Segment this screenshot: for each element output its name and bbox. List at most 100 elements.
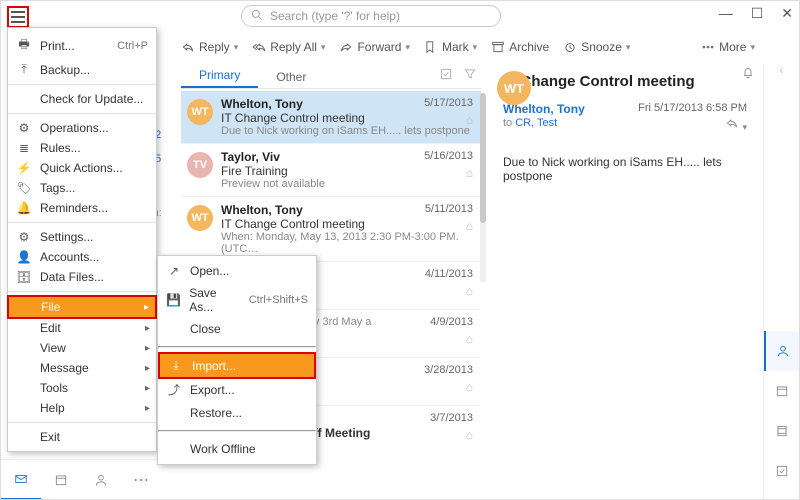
- menu-item[interactable]: Exit: [8, 427, 156, 447]
- submenu-item-label: Restore...: [190, 406, 242, 420]
- reply-all-button[interactable]: Reply All▾: [252, 40, 325, 54]
- reply-button[interactable]: Reply▾: [181, 40, 238, 54]
- menu-item[interactable]: 👤Accounts...: [8, 247, 156, 267]
- submenu-item-icon: ⤴: [166, 381, 182, 398]
- menu-item-label: View: [40, 341, 66, 355]
- menu-item[interactable]: View ▸: [8, 338, 156, 358]
- menu-item-icon: 👤: [16, 250, 32, 264]
- submenu-item[interactable]: Work Offline: [158, 438, 316, 460]
- submenu-item[interactable]: Close: [158, 318, 316, 340]
- message-date: 3/28/2013: [424, 364, 473, 376]
- message-date: 5/16/2013: [424, 150, 473, 162]
- flag-icon[interactable]: ⌂: [466, 428, 473, 442]
- more-button[interactable]: More▾: [701, 40, 755, 54]
- maximize-button[interactable]: ☐: [751, 5, 764, 22]
- menu-item[interactable]: Help▸: [8, 398, 156, 418]
- menu-item[interactable]: 🔔Reminders...: [8, 198, 156, 218]
- menu-item[interactable]: Edit▸: [8, 318, 156, 338]
- forward-button[interactable]: Forward▾: [339, 40, 410, 54]
- search-box[interactable]: Search (type '?' for help): [241, 5, 501, 27]
- snooze-button[interactable]: Snooze▾: [563, 40, 630, 54]
- menu-item[interactable]: Check for Update...: [8, 89, 156, 109]
- submenu-arrow-icon: ▸: [145, 323, 150, 334]
- menu-item-label: Data Files...: [40, 270, 104, 284]
- menu-item-icon: ⚙: [16, 230, 32, 244]
- submenu-item[interactable]: ⤴ Export...: [158, 377, 316, 402]
- message-date: 3/7/2013: [430, 412, 473, 424]
- search-icon: [250, 8, 264, 25]
- menu-item[interactable]: ⤒Backup...: [8, 59, 156, 80]
- menu-item-label: Help: [40, 401, 65, 415]
- rail-todo-icon[interactable]: [764, 451, 800, 491]
- menu-item[interactable]: Tools▸: [8, 378, 156, 398]
- menu-item[interactable]: File▸: [9, 297, 155, 317]
- nav-calendar-icon[interactable]: [41, 460, 81, 500]
- archive-button[interactable]: Archive: [491, 40, 549, 54]
- avatar: TV: [187, 152, 213, 178]
- reading-reply-icon[interactable]: [725, 121, 739, 133]
- menu-item-icon: ≣: [16, 141, 32, 155]
- main-menu: 🖶Print...Ctrl+P⤒Backup... Check for Updat…: [7, 27, 157, 452]
- mark-button[interactable]: Mark▾: [424, 40, 477, 54]
- reading-timestamp: Fri 5/17/2013 6:58 PM: [638, 102, 747, 114]
- message-subject: IT Change Control meeting: [221, 111, 473, 125]
- nav-people-icon[interactable]: [81, 460, 121, 500]
- message-row[interactable]: WT5/11/2013⌂Whelton, TonyIT Change Contr…: [181, 197, 481, 262]
- flag-icon[interactable]: ⌂: [466, 219, 473, 233]
- menu-item[interactable]: ⚙Settings...: [8, 227, 156, 247]
- message-date: 5/17/2013: [424, 97, 473, 109]
- submenu-item-label: Export...: [190, 383, 235, 397]
- message-row[interactable]: TV5/16/2013⌂Taylor, VivFire TrainingPrev…: [181, 144, 481, 197]
- scrollbar-thumb[interactable]: [480, 93, 486, 223]
- message-row[interactable]: WT5/17/2013⌂Whelton, TonyIT Change Contr…: [181, 91, 481, 144]
- select-all-icon[interactable]: [439, 67, 453, 84]
- collapse-rail-icon[interactable]: ‹: [780, 63, 784, 77]
- flag-icon[interactable]: ⌂: [466, 380, 473, 394]
- message-preview: When: Monday, May 13, 2013 2:30 PM-3:00 …: [221, 231, 473, 255]
- message-list-scrollbar[interactable]: [480, 93, 486, 283]
- menu-item[interactable]: ⚡Quick Actions...: [8, 158, 156, 178]
- menu-item[interactable]: 🗄 Data Files...: [8, 267, 156, 287]
- submenu-item[interactable]: Restore...: [158, 402, 316, 424]
- menu-item-label: Tags...: [40, 181, 75, 195]
- reading-pane: IT Change Control meeting WT Whelton, To…: [491, 63, 759, 499]
- menu-item[interactable]: ≣Rules...: [8, 138, 156, 158]
- menu-item-label: Quick Actions...: [40, 161, 123, 175]
- rail-contact-icon[interactable]: [764, 331, 800, 371]
- hamburger-menu-button[interactable]: [7, 6, 29, 28]
- flag-icon[interactable]: ⌂: [466, 113, 473, 127]
- file-submenu: ↗Open...💾Save As...Ctrl+Shift+SClose⤓Imp…: [157, 255, 317, 465]
- tab-other[interactable]: Other: [258, 66, 324, 88]
- flag-icon[interactable]: ⌂: [466, 166, 473, 180]
- submenu-item[interactable]: 💾Save As...Ctrl+Shift+S: [158, 282, 316, 318]
- reading-avatar: WT: [497, 71, 531, 105]
- filter-icon[interactable]: [463, 67, 477, 84]
- submenu-item-label: Save As...: [189, 286, 240, 314]
- submenu-item[interactable]: ⤓Import...: [158, 352, 316, 379]
- submenu-arrow-icon: ▸: [145, 383, 150, 394]
- nav-more-icon[interactable]: ⋯: [121, 460, 161, 500]
- submenu-item[interactable]: ↗Open...: [158, 260, 316, 282]
- menu-item[interactable]: 🖶Print...Ctrl+P: [8, 32, 156, 59]
- menu-item[interactable]: ⚙Operations...: [8, 118, 156, 138]
- right-rail: ‹: [763, 63, 799, 499]
- flag-icon[interactable]: ⌂: [466, 332, 473, 346]
- submenu-item-icon: ↗: [166, 264, 182, 278]
- reminder-icon[interactable]: [741, 65, 755, 82]
- menu-item-icon: 🗄: [16, 270, 32, 284]
- menu-item[interactable]: Message▸: [8, 358, 156, 378]
- menu-item-label: File: [41, 300, 60, 314]
- flag-icon[interactable]: ⌂: [466, 284, 473, 298]
- nav-mail-icon[interactable]: [1, 460, 41, 500]
- submenu-item-icon: 💾: [166, 293, 181, 307]
- tab-primary[interactable]: Primary: [181, 64, 258, 88]
- rail-attachments-icon[interactable]: [764, 411, 800, 451]
- submenu-arrow-icon: ▸: [145, 343, 150, 354]
- rail-calendar-icon[interactable]: [764, 371, 800, 411]
- avatar: WT: [187, 99, 213, 125]
- minimize-button[interactable]: —: [719, 5, 733, 22]
- menu-item[interactable]: 🏷Tags...: [8, 178, 156, 198]
- menu-item-icon: ⚙: [16, 121, 32, 135]
- reading-body: Due to Nick working on iSams EH..... let…: [503, 155, 747, 183]
- close-button[interactable]: ✕: [781, 5, 793, 22]
